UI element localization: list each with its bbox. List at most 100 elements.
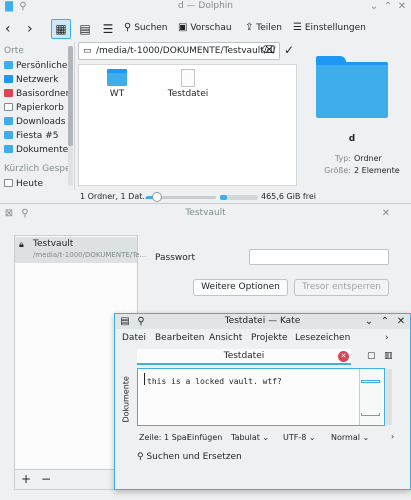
syntax-selector[interactable]: Normal ⌄ xyxy=(331,433,369,442)
file-item[interactable]: WT xyxy=(97,69,137,109)
vault-path: /media/t-1000/DOKUMENTE/Te... xyxy=(33,251,147,259)
delete-vault-button[interactable]: Tresor entsperren xyxy=(294,279,389,296)
vault-titlebar[interactable]: Testvault xyxy=(0,205,411,221)
minimize-button[interactable]: ⌄ xyxy=(367,0,381,13)
zoom-slider[interactable] xyxy=(146,192,216,202)
menubar: Datei Bearbeiten Ansicht Projekte Leseze… xyxy=(115,331,410,345)
minimap-viewport-bottom xyxy=(361,413,380,416)
app-icon[interactable]: ▤ xyxy=(118,315,132,328)
input-mode[interactable]: Einfügen xyxy=(187,433,222,442)
close-button[interactable]: ✕ xyxy=(379,207,393,220)
dolphin-titlebar[interactable]: d — Dolphin xyxy=(0,0,411,13)
location-bar[interactable]: ▭ /media/t-1000/DOKUMENTE/Testvault/d/ ⌫ xyxy=(78,42,280,60)
places-header: Orte xyxy=(4,46,24,56)
app-icon[interactable]: ⊠ xyxy=(2,207,16,220)
window-title: Testdatei — Kate xyxy=(224,316,301,326)
pin-icon[interactable]: ⚲ xyxy=(16,0,30,13)
file-item[interactable]: Testdatei xyxy=(163,69,213,109)
remove-vault-button[interactable]: − xyxy=(41,472,51,486)
maximize-button[interactable]: ⌃ xyxy=(378,315,392,328)
dolphin-window: d — Dolphin ▇ ⚲ ⌄ ⌃ ✕ ‹ › ▦ ▤ ☰ ⚲ Suchen… xyxy=(0,0,411,204)
more-options-button[interactable]: Weitere Optionen xyxy=(193,279,288,296)
app-icon[interactable]: ▇ xyxy=(2,0,16,13)
preview-button[interactable]: ▣ Vorschau xyxy=(178,22,232,33)
location-path: /media/t-1000/DOKUMENTE/Testvault/d/ xyxy=(96,46,276,56)
tab-label: Testdatei xyxy=(223,351,265,361)
scrollbar-handle[interactable] xyxy=(68,46,73,146)
maximize-button[interactable]: ⌃ xyxy=(381,0,395,13)
menu-icon: ☰ xyxy=(293,22,302,33)
indentation-mode[interactable]: Tabulat ⌄ xyxy=(231,433,269,442)
cursor-position[interactable]: Zeile: 1 Spal xyxy=(139,433,189,442)
sidebar-item-network[interactable]: Netzwerk xyxy=(4,74,68,87)
close-tab-icon[interactable]: ✕ xyxy=(338,351,349,362)
menu-file[interactable]: Datei xyxy=(122,331,146,345)
sidebar-item-root[interactable]: Basisordner xyxy=(4,88,68,101)
minimap-viewport xyxy=(361,380,380,383)
split-view-icon[interactable]: ▥ xyxy=(384,351,393,361)
icons-view-button[interactable]: ▦ xyxy=(51,19,71,39)
documents-side-tab[interactable]: Dokumente xyxy=(118,368,132,428)
text-cursor xyxy=(144,373,145,385)
free-space-label: 465,6 GiB frei xyxy=(261,192,316,201)
search-button[interactable]: ⚲ Suchen xyxy=(124,22,168,33)
share-button[interactable]: ⇪ Teilen xyxy=(245,22,282,33)
file-name: WT xyxy=(109,89,125,99)
free-space-bar xyxy=(220,195,258,200)
pin-icon[interactable]: ⚲ xyxy=(18,207,32,220)
menu-more-icon[interactable]: › xyxy=(385,331,389,345)
share-icon: ⇪ xyxy=(245,22,254,33)
folder-preview-icon xyxy=(316,56,388,118)
menu-bookmarks[interactable]: Lesezeichen xyxy=(295,331,350,345)
back-button[interactable]: ‹ xyxy=(5,20,19,38)
menu-view[interactable]: Ansicht xyxy=(209,331,242,345)
confirm-path-button[interactable]: ✓ xyxy=(284,43,294,57)
sidebar-item-home[interactable]: Persönliche xyxy=(4,60,68,73)
compact-view-button[interactable]: ▤ xyxy=(75,19,95,39)
sidebar-item-fiesta[interactable]: Fiesta #5 xyxy=(4,130,68,143)
kate-window: Testdatei — Kate ▤ ⚲ ⌄ ⌃ ✕ Datei Bearbei… xyxy=(114,313,411,490)
editor-area[interactable]: this is a locked vault. wtf? xyxy=(137,368,385,426)
document-tab[interactable]: Testdatei ✕ xyxy=(137,349,351,365)
statusbar: Zeile: 1 Spal Einfügen Tabulat ⌄ UTF-8 ⌄… xyxy=(137,431,407,445)
lock-icon: 🔒︎ xyxy=(19,240,24,250)
sidebar-scrollbar[interactable] xyxy=(68,46,73,186)
window-title: Testvault xyxy=(185,208,226,218)
pin-icon[interactable]: ⚲ xyxy=(134,315,148,328)
new-document-icon[interactable]: ▢ xyxy=(367,351,376,361)
menu-edit[interactable]: Bearbeiten xyxy=(155,331,204,345)
window-title: d — Dolphin xyxy=(178,1,233,11)
sidebar-item-documents[interactable]: Dokumente xyxy=(4,144,68,157)
status-summary: 1 Ordner, 1 Dat... xyxy=(80,192,150,201)
sidebar-item-today[interactable]: Heute xyxy=(4,178,68,191)
clear-path-icon[interactable]: ⌫ xyxy=(261,45,275,56)
editor-scrollbar[interactable] xyxy=(386,369,392,425)
chevron-down-icon: ⌄ xyxy=(362,433,370,442)
chevron-down-icon: ⌄ xyxy=(308,433,316,442)
file-view[interactable]: WT Testdatei xyxy=(78,64,297,186)
downloads-icon xyxy=(4,117,13,125)
zoom-slider-handle[interactable] xyxy=(152,192,162,202)
forward-button[interactable]: › xyxy=(27,20,41,38)
details-view-button[interactable]: ☰ xyxy=(98,19,118,39)
close-button[interactable]: ✕ xyxy=(394,315,408,328)
info-size-label: Größe: xyxy=(324,166,351,175)
trash-icon xyxy=(4,103,13,111)
sidebar-item-downloads[interactable]: Downloads xyxy=(4,116,68,129)
home-icon xyxy=(4,61,13,69)
sidebar-item-trash[interactable]: Papierkorb xyxy=(4,102,68,115)
password-field[interactable] xyxy=(249,249,389,265)
menu-projects[interactable]: Projekte xyxy=(251,331,288,345)
preview-icon: ▣ xyxy=(178,22,188,33)
file-name: Testdatei xyxy=(167,89,209,99)
statusbar-more-icon[interactable]: › xyxy=(391,432,394,441)
encoding-selector[interactable]: UTF-8 ⌄ xyxy=(283,433,316,442)
search-replace-button[interactable]: ⚲ Suchen und Ersetzen xyxy=(137,452,242,462)
vault-list-item[interactable]: 🔒︎ Testvault /media/t-1000/DOKUMENTE/Te.… xyxy=(15,237,146,263)
settings-button[interactable]: ☰ Einstellungen xyxy=(293,22,366,33)
close-button[interactable]: ✕ xyxy=(395,0,409,13)
minimap[interactable] xyxy=(359,369,382,425)
search-icon: ⚲ xyxy=(124,22,132,33)
minimize-button[interactable]: ⌄ xyxy=(362,315,376,328)
add-vault-button[interactable]: + xyxy=(21,472,31,486)
